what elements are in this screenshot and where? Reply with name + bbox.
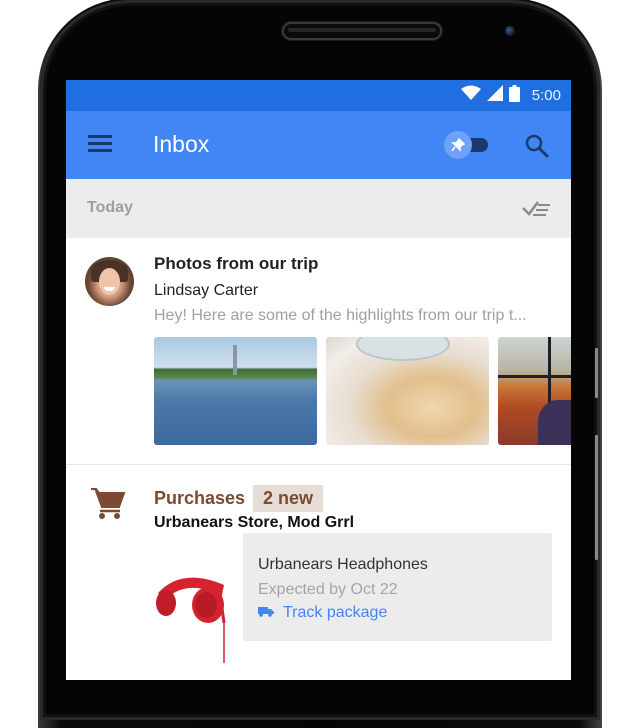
screen: 5:00 Inbox Today Photos from our trip Li…	[66, 80, 571, 680]
phone-side-button	[595, 348, 598, 398]
package-card[interactable]: Urbanears Headphones Expected by Oct 22 …	[243, 533, 552, 641]
pin-icon	[444, 131, 472, 159]
reflecting-pool-photo[interactable]	[154, 337, 317, 445]
status-time: 5:00	[531, 87, 561, 104]
wifi-icon	[460, 85, 481, 106]
front-camera	[505, 26, 515, 36]
bundle-purchases[interactable]: Purchases 2 new Urbanears Store, Mod Grr…	[66, 465, 571, 665]
avatar[interactable]	[85, 257, 134, 306]
package-eta: Expected by Oct 22	[258, 581, 398, 598]
bundle-title: Purchases	[154, 488, 246, 508]
truck-icon	[258, 604, 274, 622]
section-label: Today	[87, 199, 133, 216]
new-count-badge: 2 new	[253, 485, 324, 512]
track-package-label: Track package	[283, 604, 388, 621]
pastry-photo[interactable]	[326, 337, 489, 445]
app-bar: Inbox	[66, 111, 571, 179]
battery-icon	[508, 84, 520, 107]
phone-speaker	[282, 22, 442, 40]
search-icon[interactable]	[524, 133, 550, 159]
email-subject: Photos from our trip	[154, 254, 319, 273]
package-name: Urbanears Headphones	[258, 556, 428, 573]
email-sender: Lindsay Carter	[154, 282, 259, 299]
phone-volume-button	[595, 435, 598, 560]
section-header-today: Today	[66, 179, 571, 238]
bundle-senders: Urbanears Store, Mod Grrl	[154, 514, 355, 531]
pin-toggle[interactable]	[444, 131, 490, 159]
email-snippet: Hey! Here are some of the highlights fro…	[154, 307, 527, 324]
hamburger-menu-icon[interactable]	[88, 135, 112, 155]
app-title: Inbox	[153, 131, 210, 157]
red-headphones-image	[152, 563, 232, 663]
email-item-trip[interactable]: Photos from our trip Lindsay Carter Hey!…	[66, 238, 571, 465]
signal-icon	[486, 85, 503, 106]
sweep-done-icon[interactable]	[521, 197, 553, 219]
autumn-view-photo[interactable]	[498, 337, 571, 445]
status-bar: 5:00	[66, 80, 571, 111]
shopping-cart-icon	[90, 487, 126, 521]
track-package-link[interactable]: Track package	[258, 604, 387, 622]
